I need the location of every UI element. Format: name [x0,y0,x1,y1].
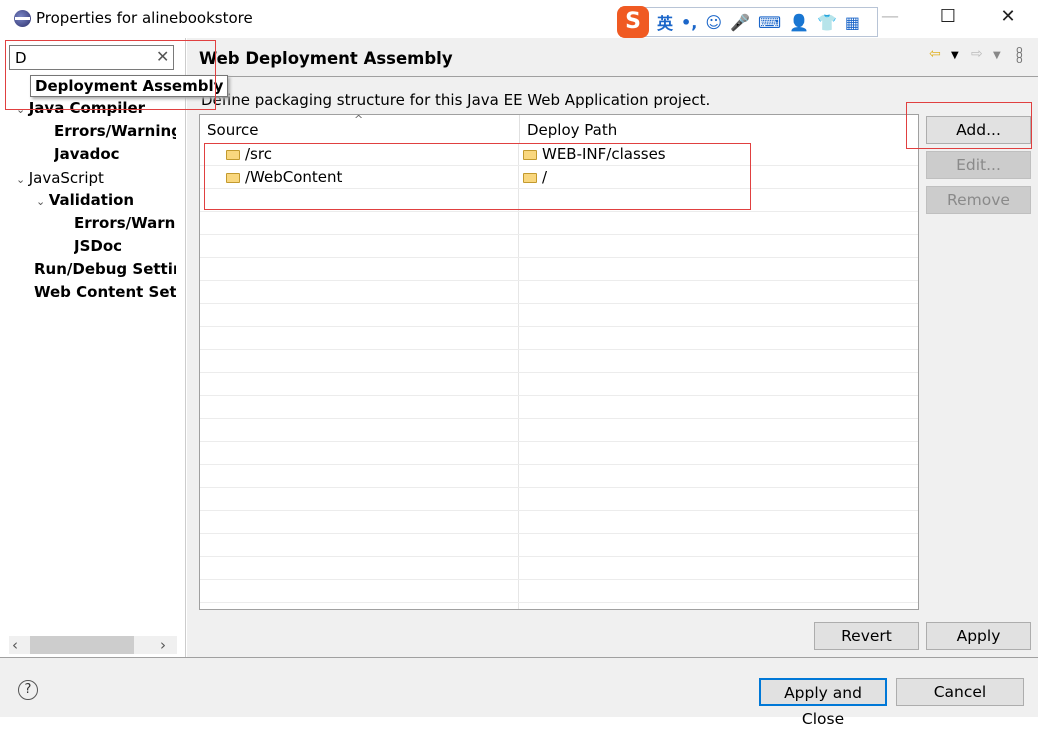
back-arrow-icon[interactable]: ⇦ [929,46,941,62]
sogou-logo-icon: S [617,6,649,38]
edit-button[interactable]: Edit... [926,151,1031,179]
empty-table-row [200,603,918,609]
empty-table-row [200,304,918,327]
empty-table-row [200,557,918,580]
ime-menu-icon[interactable]: ▦ [845,13,860,32]
back-dropdown-icon[interactable]: ▼ [951,50,959,61]
ime-punct-icon[interactable]: •, [681,13,697,32]
page-description: Define packaging structure for this Java… [201,91,711,109]
ime-emoji-icon[interactable]: ☺ [705,13,722,32]
chevron-down-icon[interactable]: ⌄ [36,195,49,208]
page-title: Web Deployment Assembly [199,49,453,68]
empty-table-row [200,465,918,488]
remove-button[interactable]: Remove [926,186,1031,214]
column-header-deploy-path[interactable]: Deploy Path [520,115,918,143]
window-title: Properties for alinebookstore [36,9,253,27]
tree-item-js-errors-warnings[interactable]: Errors/Warnings [74,214,176,232]
chevron-down-icon[interactable]: ⌄ [16,173,29,186]
help-icon[interactable]: ? [18,680,38,700]
empty-table-row [200,212,918,235]
empty-table-row [200,258,918,281]
scroll-left-icon[interactable]: ‹ [12,636,18,654]
ime-toolbar[interactable]: S 英 •, ☺ 🎤 ⌨ 👤 👕 ▦ [617,6,878,38]
view-menu-icon[interactable]: ooo [1016,44,1023,65]
scroll-right-icon[interactable]: › [160,636,166,654]
forward-dropdown-icon[interactable]: ▼ [993,50,1001,61]
highlight-box [5,40,216,110]
revert-button[interactable]: Revert [814,622,919,650]
empty-table-row [200,327,918,350]
tree-item-javadoc[interactable]: Javadoc [54,145,176,163]
cancel-button[interactable]: Cancel [896,678,1024,706]
ime-skin-icon[interactable]: 👕 [817,13,837,32]
empty-table-row [200,281,918,304]
apply-and-close-button[interactable]: Apply and Close [759,678,887,728]
header-divider [187,76,1038,77]
empty-table-row [200,235,918,258]
tree-item-validation[interactable]: ⌄ Validation [36,191,176,209]
tree-item-jsdoc[interactable]: JSDoc [74,237,176,255]
tree-item-web-content-settings[interactable]: Web Content Settings [34,283,176,301]
empty-table-row [200,350,918,373]
tree-item-run-debug-settings[interactable]: Run/Debug Settings [34,260,176,278]
apply-button[interactable]: Apply [926,622,1031,650]
empty-table-row [200,534,918,557]
eclipse-icon [14,10,31,27]
ime-lang-icon[interactable]: 英 [657,10,673,34]
tree-item-javascript[interactable]: ⌄ JavaScript [16,169,176,187]
highlight-box [204,143,751,210]
ime-keyboard-icon[interactable]: ⌨ [758,13,781,32]
ime-user-icon[interactable]: 👤 [789,13,809,32]
maximize-button[interactable]: ☐ [928,6,968,32]
empty-table-row [200,396,918,419]
empty-table-row [200,442,918,465]
scrollbar-thumb[interactable] [30,636,134,654]
close-button[interactable]: ✕ [988,6,1028,32]
empty-table-row [200,419,918,442]
minimize-button[interactable]: — [870,6,910,32]
sort-ascending-icon: ^ [354,114,364,126]
tree-item-errors-warnings[interactable]: Errors/Warnings [54,122,176,140]
empty-table-row [200,511,918,534]
empty-table-row [200,488,918,511]
ime-mic-icon[interactable]: 🎤 [730,13,750,32]
empty-table-row [200,580,918,603]
table-header: Source Deploy Path [200,115,918,143]
forward-arrow-icon[interactable]: ⇨ [971,46,983,62]
highlight-box [906,102,1032,149]
empty-table-row [200,373,918,396]
